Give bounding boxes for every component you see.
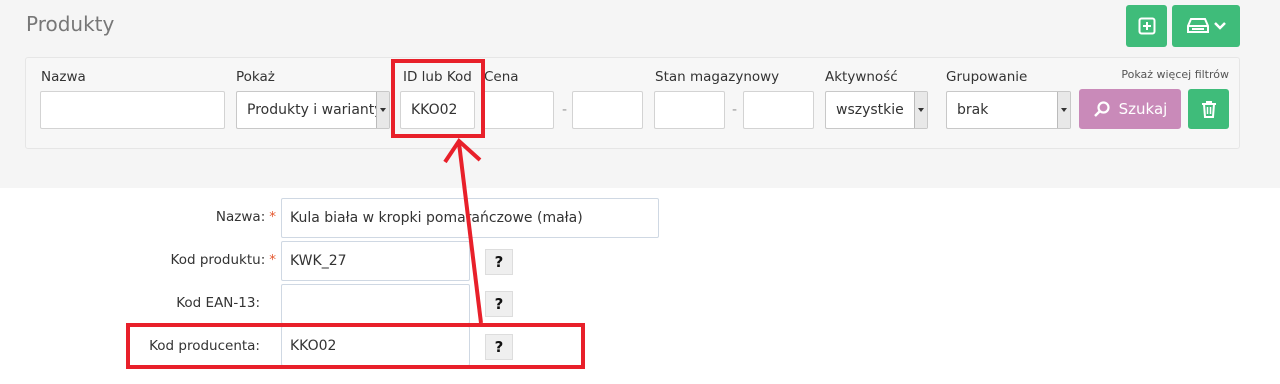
arrow-shaft — [457, 142, 483, 324]
arrow-annotation — [443, 137, 483, 324]
